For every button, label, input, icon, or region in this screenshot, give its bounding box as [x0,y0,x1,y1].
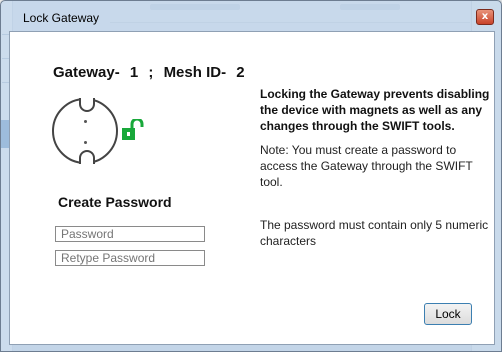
dialog-title: Lock Gateway [23,11,100,25]
mesh-id-number: 2 [236,64,245,81]
lock-gateway-dialog: Lock Gateway x Gateway- 1 ; Mesh ID- 2 L… [0,0,502,352]
retype-password-input[interactable] [55,250,205,266]
gateway-label: Gateway- [53,64,120,81]
device-dot [84,141,87,144]
gateway-number: 1 [129,64,139,81]
dialog-body: Gateway- 1 ; Mesh ID- 2 Locking the Gate… [9,31,495,345]
close-button[interactable]: x [476,9,494,25]
password-note-text: Note: You must create a password to acce… [260,143,473,189]
mesh-id-label: Mesh ID- [163,64,227,81]
device-notch-bottom [79,150,95,164]
unlocked-padlock-icon [122,119,144,140]
device-dot [84,120,87,123]
create-password-heading: Create Password [58,194,172,210]
close-icon: x [481,11,489,22]
lock-button[interactable]: Lock [424,303,472,325]
password-input[interactable] [55,226,205,242]
device-notch-top [79,98,95,112]
gateway-device-icon [52,98,118,164]
gateway-heading: Gateway- 1 ; Mesh ID- 2 [53,64,251,81]
password-rule-text: The password must contain only 5 numeric… [260,218,489,248]
dialog-titlebar[interactable]: Lock Gateway x [1,1,501,31]
heading-separator: ; [148,64,154,81]
lock-warning-text: Locking the Gateway prevents disabling t… [260,87,490,133]
